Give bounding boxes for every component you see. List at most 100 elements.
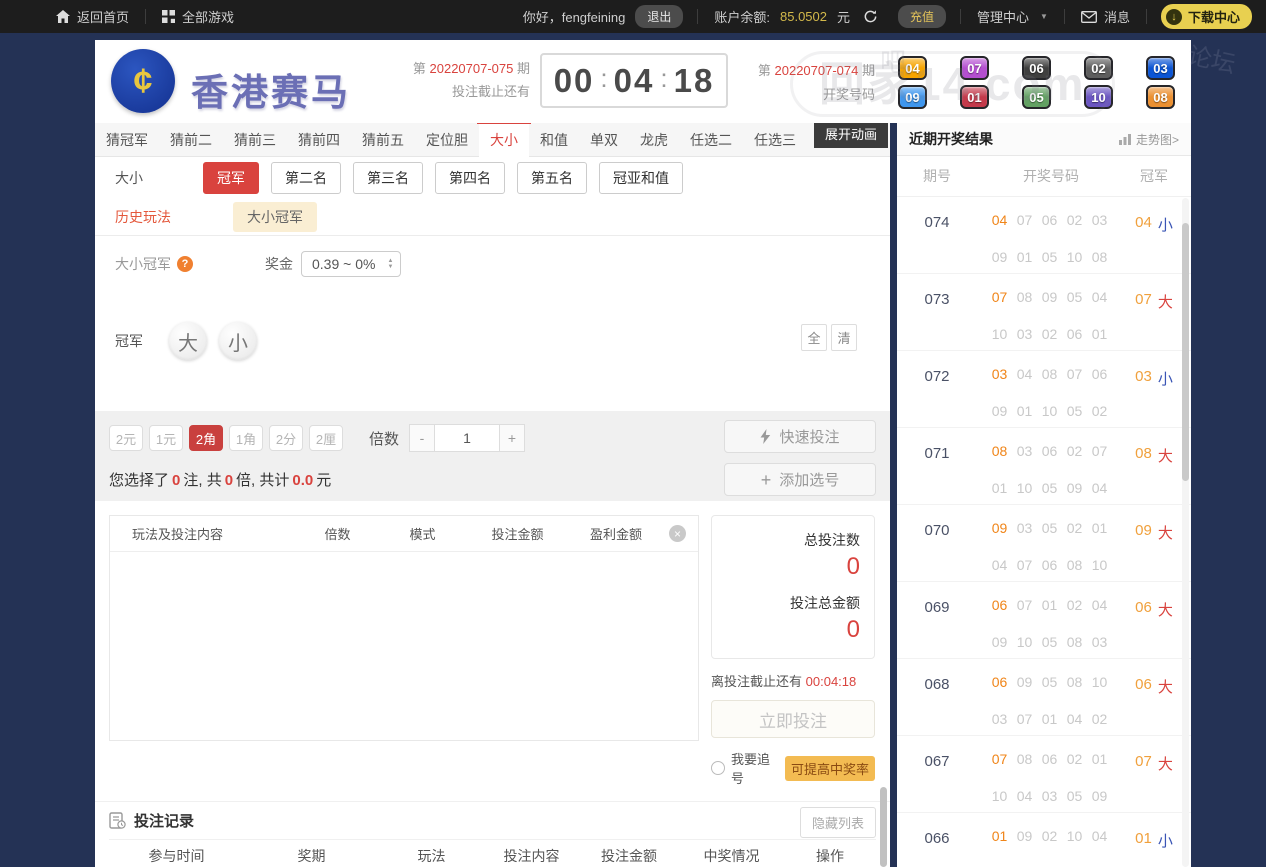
logout-button[interactable]: 退出 [635, 5, 684, 28]
total-amount-label: 投注总金额 [790, 595, 860, 611]
amount-chip-2元[interactable]: 2元 [109, 425, 143, 451]
result-numbers: 07 08 06 02 01 10 04 03 05 09 [977, 736, 1125, 812]
help-icon[interactable]: ? [177, 256, 193, 272]
number-line: 07 08 09 05 04 [977, 289, 1125, 313]
balance-label: 账户余额: [714, 10, 770, 25]
position-button-第四名[interactable]: 第四名 [435, 161, 505, 194]
main-container: ¢ 香港赛马 第 20220707-075 期 投注截止还有 00 : 04 :… [95, 40, 1191, 867]
admin-center-menu[interactable]: 管理中心 ▼ [961, 7, 1064, 26]
number: 09 [1016, 674, 1033, 690]
balance-value: 85.0502 [780, 9, 827, 24]
tab-大小[interactable]: 大小 [477, 123, 531, 157]
history-play-tag[interactable]: 大小冠军 [233, 201, 317, 232]
amount-chip-1角[interactable]: 1角 [229, 425, 263, 451]
multiplier-plus-button[interactable]: + [499, 424, 526, 452]
submit-bet-button[interactable]: 立即投注 [711, 700, 875, 738]
number: 09 [1016, 828, 1033, 844]
sidebar-title: 近期开奖结果 [909, 131, 993, 147]
greeting-text: 你好，fengfeining [522, 10, 626, 25]
number: 02 [1066, 597, 1083, 613]
tab-猜前五[interactable]: 猜前五 [351, 123, 415, 157]
pick-option-small[interactable]: 小 [219, 322, 257, 360]
position-button-冠亚和值[interactable]: 冠亚和值 [599, 161, 683, 194]
messages-link[interactable]: 消息 [1065, 7, 1146, 26]
recharge-button[interactable]: 充值 [898, 5, 947, 28]
tab-猜前二[interactable]: 猜前二 [159, 123, 223, 157]
result-issue: 072 [924, 368, 950, 385]
multiplier-input[interactable]: 1 [435, 424, 500, 452]
result-ball-10: 10 [1084, 85, 1113, 109]
pick-option-big[interactable]: 大 [169, 322, 207, 360]
chase-tip-badge: 可提高中奖率 [784, 755, 875, 781]
tab-龙虎[interactable]: 龙虎 [629, 123, 679, 157]
tab-任选二[interactable]: 任选二 [679, 123, 743, 157]
topbar: 返回首页 全部游戏 你好，fengfeining 退出 账户余额: 85.050… [0, 0, 1266, 33]
number: 03 [1041, 788, 1058, 804]
position-button-第五名[interactable]: 第五名 [517, 161, 587, 194]
subnav-label: 大小 [115, 169, 143, 186]
records-scrollbar-thumb[interactable] [880, 787, 887, 867]
position-button-第二名[interactable]: 第二名 [271, 161, 341, 194]
close-icon[interactable]: × [669, 525, 686, 542]
number: 09 [1041, 289, 1058, 305]
amount-chip-2分[interactable]: 2分 [269, 425, 303, 451]
records-header-6: 操作 [816, 848, 844, 864]
tab-猜前三[interactable]: 猜前三 [223, 123, 287, 157]
history-plays-link[interactable]: 历史玩法 [115, 207, 171, 227]
number: 03 [1016, 520, 1033, 536]
tab-猜前四[interactable]: 猜前四 [287, 123, 351, 157]
number: 07 [1066, 366, 1083, 382]
admin-center-label: 管理中心 [977, 10, 1030, 25]
amount-chip-1元[interactable]: 1元 [149, 425, 183, 451]
number: 02 [1041, 828, 1058, 844]
tab-和值[interactable]: 和值 [529, 123, 579, 157]
tab-任选三[interactable]: 任选三 [743, 123, 807, 157]
all-games-link[interactable]: 全部游戏 [146, 7, 250, 26]
watermark-text: 论坛 [1185, 42, 1238, 79]
divider [1145, 9, 1147, 24]
result-issue: 068 [924, 676, 950, 693]
last-issue-number: 20220707-074 [774, 63, 859, 78]
tab-单双[interactable]: 单双 [579, 123, 629, 157]
position-buttons: 冠军 第二名 第三名 第四名 第五名 冠亚和值 [203, 161, 683, 194]
colon: : [660, 63, 668, 93]
records-title: 投注记录 [134, 813, 195, 830]
amount-chip-2角[interactable]: 2角 [189, 425, 223, 451]
number: 10 [1016, 480, 1033, 496]
download-center-button[interactable]: ↓ 下载中心 [1160, 4, 1252, 29]
hide-list-button[interactable]: 隐藏列表 [799, 807, 876, 838]
bonus-select[interactable]: 0.39 ~ 0% ▲ ▼ [301, 251, 402, 277]
number: 02 [1066, 443, 1083, 459]
chase-radio[interactable] [711, 761, 725, 775]
total-amount-value: 0 [846, 616, 860, 643]
expand-animation-button[interactable]: 展开动画 [813, 123, 888, 148]
sidebar-scrollbar-thumb[interactable] [1182, 223, 1189, 481]
quick-bet-button[interactable]: 快速投注 [724, 420, 876, 453]
bet-slip-header-2: 模式 [409, 527, 436, 542]
number: 08 [1041, 366, 1058, 382]
refresh-icon[interactable] [863, 9, 878, 24]
position-button-冠军[interactable]: 冠军 [203, 161, 259, 194]
issue-prefix: 第 [757, 63, 771, 78]
result-champion: 04 小 [1125, 197, 1183, 273]
home-link[interactable]: 返回首页 [40, 7, 145, 26]
number: 01 [1091, 520, 1108, 536]
home-icon [56, 10, 70, 23]
multiplier-minus-button[interactable]: - [409, 424, 436, 452]
result-numbers: 08 03 06 02 07 01 10 05 09 04 [977, 428, 1125, 504]
grid-icon [162, 10, 176, 23]
bet-slip-header-0: 玩法及投注内容 [132, 527, 224, 542]
bonus-value: 0.39 ~ 0% [312, 256, 376, 272]
balance-unit: 元 [837, 10, 851, 25]
position-button-第三名[interactable]: 第三名 [353, 161, 423, 194]
champion-number: 01 [1135, 830, 1152, 847]
select-all-button[interactable]: 全 [801, 324, 827, 351]
amount-chip-2厘[interactable]: 2厘 [309, 425, 343, 451]
trend-chart-link[interactable]: 走势图> [1118, 131, 1179, 148]
tab-定位胆[interactable]: 定位胆 [415, 123, 479, 157]
champion-size: 小 [1157, 371, 1173, 388]
tab-猜冠军[interactable]: 猜冠军 [95, 123, 159, 157]
number: 05 [1041, 480, 1058, 496]
add-selection-button[interactable]: + 添加选号 [724, 463, 876, 496]
clear-button[interactable]: 清 [831, 324, 857, 351]
